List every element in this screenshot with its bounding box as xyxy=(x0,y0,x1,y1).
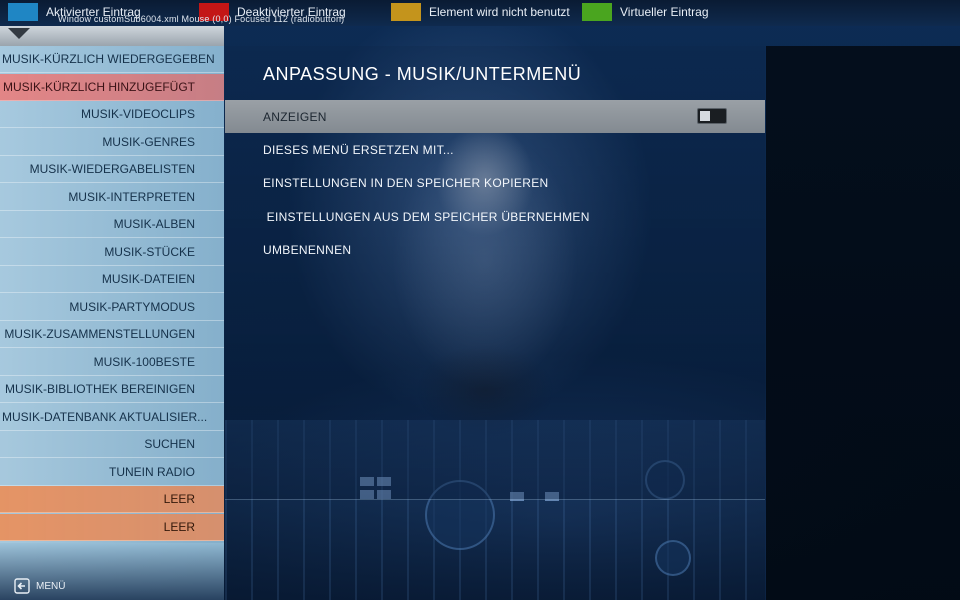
sidebar-item[interactable]: MUSIK-ALBEN xyxy=(0,211,224,238)
option-label: DIESES MENÜ ERSETZEN MIT... xyxy=(263,142,454,157)
back-menu-label: MENÜ xyxy=(36,580,66,592)
option-item[interactable]: EINSTELLUNGEN IN DEN SPEICHER KOPIEREN xyxy=(225,167,765,200)
sidebar-item[interactable]: MUSIK-INTERPRETEN xyxy=(0,184,224,211)
sidebar-item[interactable]: MUSIK-KÜRZLICH WIEDERGEGEBEN xyxy=(0,46,224,73)
page-title: ANPASSUNG - MUSIK/UNTERMENÜ xyxy=(263,64,582,84)
legend-swatch xyxy=(8,3,38,21)
option-item[interactable]: ANZEIGEN xyxy=(225,100,765,133)
right-dark-panel xyxy=(766,46,960,600)
option-label: ANZEIGEN xyxy=(263,109,327,124)
sidebar-item[interactable]: LEER xyxy=(0,513,224,541)
sidebar-item-label: MUSIK-KÜRZLICH WIEDERGEGEBEN xyxy=(2,52,215,66)
sidebar-item-label: MUSIK-BIBLIOTHEK BEREINIGEN xyxy=(4,382,195,396)
back-menu-button[interactable]: MENÜ xyxy=(14,578,65,594)
sidebar-item[interactable]: TUNEIN RADIO xyxy=(0,459,224,486)
sidebar-item[interactable]: MUSIK-STÜCKE xyxy=(0,239,224,266)
sidebar-item[interactable]: MUSIK-BIBLIOTHEK BEREINIGEN xyxy=(0,376,224,403)
legend-swatch xyxy=(391,3,421,21)
sidebar-header xyxy=(0,26,224,46)
debug-info: Window customSub6004.xml Mouse (0,0) Foc… xyxy=(58,14,345,24)
show-toggle[interactable] xyxy=(697,108,727,124)
legend-bar: Aktivierter Eintrag Deaktivierter Eintra… xyxy=(0,0,960,26)
legend-swatch xyxy=(582,3,612,21)
toggle-knob xyxy=(700,111,710,121)
sidebar-item-label: MUSIK-100BESTE xyxy=(93,354,195,369)
sidebar-item-label: MUSIK-VIDEOCLIPS xyxy=(80,107,195,121)
sidebar-item-label: MUSIK-ZUSAMMENSTELLUNGEN xyxy=(4,327,195,341)
option-label: EINSTELLUNGEN IN DEN SPEICHER KOPIEREN xyxy=(263,176,549,191)
sidebar-item[interactable]: MUSIK-GENRES xyxy=(0,129,224,156)
sidebar-item-label: SUCHEN xyxy=(144,437,195,451)
sidebar: MUSIK-KÜRZLICH WIEDERGEGEBEN MUSIK-KÜRZLI… xyxy=(0,26,224,600)
sidebar-item[interactable]: MUSIK-VIDEOCLIPS xyxy=(0,101,224,128)
option-item[interactable]: EINSTELLUNGEN AUS DEM SPEICHER ÜBERNEHME… xyxy=(225,200,765,233)
sidebar-item-label: LEER xyxy=(163,519,195,534)
sidebar-item[interactable]: MUSIK-PARTYMODUS xyxy=(0,294,224,321)
option-label: UMBENENNEN xyxy=(263,243,352,258)
sidebar-item-label: MUSIK-KÜRZLICH HINZUGEFÜGT xyxy=(3,79,195,94)
legend-label: Element wird nicht benutzt xyxy=(429,5,570,19)
sidebar-item[interactable]: MUSIK-ZUSAMMENSTELLUNGEN xyxy=(0,321,224,348)
sidebar-item[interactable]: LEER xyxy=(0,486,224,513)
sidebar-item[interactable]: MUSIK-WIEDERGABELISTEN xyxy=(0,156,224,183)
sidebar-item-label: MUSIK-GENRES xyxy=(102,134,195,149)
back-arrow-icon xyxy=(14,578,30,594)
legend-item-virtual: Virtueller Eintrag xyxy=(582,3,709,21)
sidebar-item-label: MUSIK-STÜCKE xyxy=(104,244,195,259)
legend-label: Virtueller Eintrag xyxy=(620,5,709,19)
submenu-panel: ANPASSUNG - MUSIK/UNTERMENÜ ANZEIGEN DIES… xyxy=(225,46,765,500)
sidebar-item-label: MUSIK-INTERPRETEN xyxy=(68,189,195,204)
sidebar-item[interactable]: MUSIK-100BESTE xyxy=(0,349,224,376)
sidebar-item[interactable]: MUSIK-KÜRZLICH HINZUGEFÜGT xyxy=(0,73,224,101)
sidebar-item-label: MUSIK-ALBEN xyxy=(113,217,195,231)
sidebar-item[interactable]: MUSIK-DATEIEN xyxy=(0,266,224,293)
sidebar-item-label: MUSIK-PARTYMODUS xyxy=(69,299,195,314)
option-item[interactable]: DIESES MENÜ ERSETZEN MIT... xyxy=(225,133,765,166)
deck-knob xyxy=(655,540,691,576)
legend-item-unused: Element wird nicht benutzt xyxy=(391,3,570,21)
sidebar-item-label: TUNEIN RADIO xyxy=(108,464,195,479)
chevron-down-icon xyxy=(8,28,30,39)
option-item[interactable]: UMBENENNEN xyxy=(225,234,765,267)
sidebar-item[interactable]: MUSIK-DATENBANK AKTUALISIER... xyxy=(0,404,224,431)
sidebar-item[interactable]: SUCHEN xyxy=(0,431,224,458)
sidebar-item-label: LEER xyxy=(163,492,195,506)
sidebar-item-label: MUSIK-WIEDERGABELISTEN xyxy=(29,162,195,176)
sidebar-item-label: MUSIK-DATEIEN xyxy=(101,272,195,286)
option-label: EINSTELLUNGEN AUS DEM SPEICHER ÜBERNEHME… xyxy=(263,209,590,224)
sidebar-item-label: MUSIK-DATENBANK AKTUALISIER... xyxy=(2,409,208,424)
